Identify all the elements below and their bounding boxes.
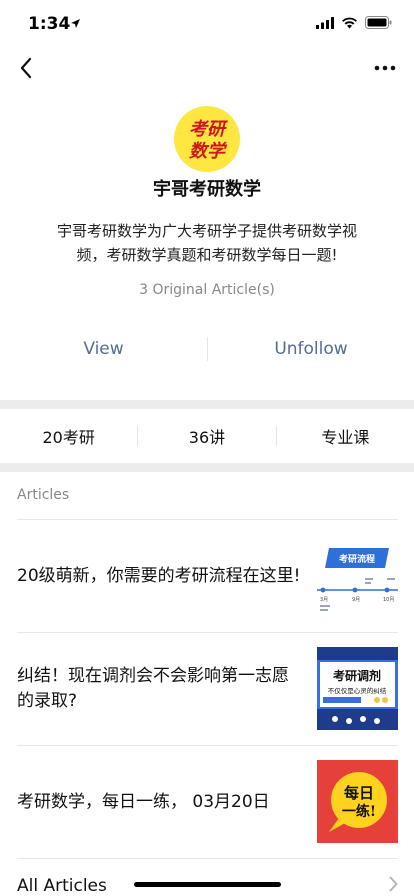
article-thumbnail: 每日 一练!	[317, 760, 398, 843]
account-description: 宇哥考研数学为广大考研学子提供考研数学视频，考研数学真题和考研数学每日一题!	[56, 222, 357, 264]
articles-heading: Articles	[17, 487, 70, 503]
action-row: View Unfollow	[0, 333, 414, 365]
status-time: 1:34	[28, 14, 71, 34]
status-bar: 1:34	[0, 0, 414, 48]
article-item[interactable]: 20级萌新，你需要的考研流程在这里! 考研流程 3月 9月 10月	[0, 520, 414, 632]
thumb-headline: 考研调剂	[333, 668, 381, 683]
section-separator	[0, 400, 414, 409]
thumb-subline: 不仅仅是心灵的纠结	[328, 686, 387, 695]
avatar-text-line2: 数学	[189, 141, 228, 162]
article-item[interactable]: 考研数学，每日一练， 03月20日 每日 一练!	[0, 746, 414, 858]
home-indicator[interactable]	[134, 882, 281, 887]
account-avatar: 考研 数学	[174, 106, 240, 172]
unfollow-button[interactable]: Unfollow	[208, 333, 414, 365]
location-arrow-icon	[71, 19, 80, 28]
article-title: 纠结！现在调剂会不会影响第一志愿的录取?	[17, 666, 289, 711]
account-menu-bar: 20考研 36讲 专业课	[0, 409, 414, 463]
timeline-thumbnail-image: 考研流程 3月 9月 10月	[317, 534, 398, 617]
thumb-line2: 一练!	[342, 803, 376, 820]
navigation-bar	[0, 48, 414, 88]
battery-icon	[365, 16, 392, 29]
view-button[interactable]: View	[0, 333, 207, 365]
menu-item-36jiang[interactable]: 36讲	[138, 424, 275, 448]
menu-item-20kaoyan[interactable]: 20考研	[0, 424, 137, 448]
avatar-text-line1: 考研	[189, 119, 228, 140]
thumb-line1: 每日	[344, 784, 374, 802]
thumb-tick-2: 9月	[352, 597, 360, 603]
all-articles-link[interactable]: All Articles	[0, 862, 414, 896]
chevron-right-icon	[389, 876, 398, 892]
adjustment-thumbnail-image: 考研调剂 不仅仅是心灵的纠结	[317, 647, 398, 730]
avatar-logo: 考研 数学	[189, 119, 228, 162]
section-separator	[0, 463, 414, 472]
original-article-count: 3 Original Article(s)	[139, 282, 275, 298]
back-button[interactable]	[12, 54, 40, 82]
article-item[interactable]: 纠结！现在调剂会不会影响第一志愿的录取? 考研调剂 不仅仅是心灵的纠结	[0, 633, 414, 745]
account-name: 宇哥考研数学	[153, 179, 261, 200]
more-options-button[interactable]	[370, 54, 400, 82]
status-indicators	[316, 16, 392, 29]
thumb-banner-text: 考研流程	[339, 553, 375, 565]
menu-item-zhuanyeke[interactable]: 专业课	[277, 424, 414, 448]
article-thumbnail: 考研调剂 不仅仅是心灵的纠结	[317, 647, 398, 730]
thumb-tick-1: 3月	[320, 597, 328, 603]
chevron-left-icon	[20, 57, 32, 79]
wifi-icon	[342, 17, 357, 28]
all-articles-label: All Articles	[17, 876, 107, 896]
daily-practice-thumbnail-image: 每日 一练!	[317, 760, 398, 843]
article-thumbnail: 考研流程 3月 9月 10月	[317, 534, 398, 617]
cellular-signal-icon	[316, 16, 334, 29]
divider	[17, 858, 398, 859]
thumb-tick-3: 10月	[383, 597, 394, 603]
article-title: 考研数学，每日一练， 03月20日	[17, 791, 270, 812]
more-dots-icon	[374, 65, 396, 71]
article-title: 20级萌新，你需要的考研流程在这里!	[17, 565, 301, 586]
